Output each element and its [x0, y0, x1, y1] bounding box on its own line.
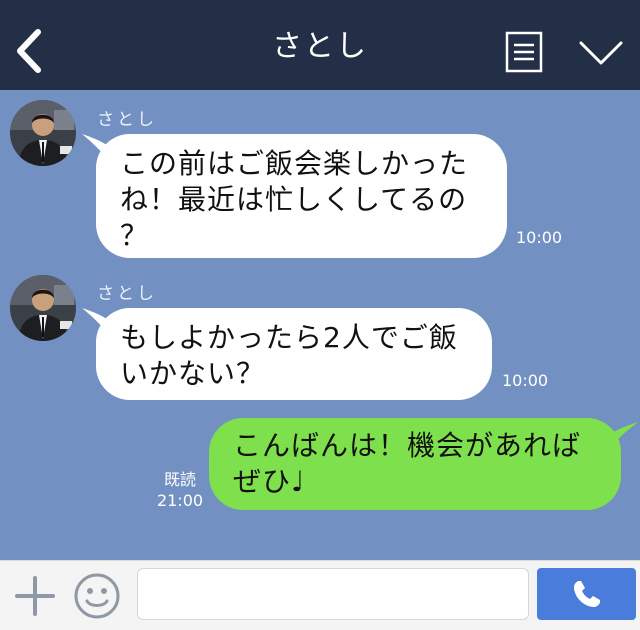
avatar[interactable] — [10, 275, 76, 341]
chat-header: さとし — [0, 0, 640, 90]
message-time: 10:00 — [502, 371, 549, 390]
sender-name: さとし — [97, 110, 157, 130]
avatar[interactable] — [10, 100, 76, 166]
message-time: 10:00 — [516, 228, 563, 247]
plus-icon[interactable] — [14, 575, 56, 617]
chevron-down-icon[interactable] — [578, 38, 624, 68]
message-bubble[interactable]: こんばんは！機会があれば ぜひ♩ — [209, 418, 621, 510]
message-bubble[interactable]: もしよかったら2人でご飯 いかない？ — [96, 308, 492, 400]
phone-icon — [574, 581, 600, 607]
message-bubble[interactable]: この前はご飯会楽しかった ね！最近は忙しくしてるの ？ — [96, 134, 507, 258]
chat-area[interactable]: さとし この前はご飯会楽しかった ね！最近は忙しくしてるの ？ 10:00 さと… — [0, 90, 640, 560]
read-receipt: 既読 21:00 — [155, 469, 205, 511]
read-status: 既読 — [163, 470, 196, 489]
call-button[interactable] — [537, 568, 636, 620]
chat-title: さとし — [272, 29, 368, 64]
input-bar — [0, 560, 640, 630]
menu-icon[interactable] — [505, 31, 543, 73]
sender-name: さとし — [97, 284, 157, 304]
message-time: 21:00 — [156, 491, 204, 510]
smile-icon[interactable] — [73, 572, 121, 620]
message-input[interactable] — [137, 568, 529, 620]
